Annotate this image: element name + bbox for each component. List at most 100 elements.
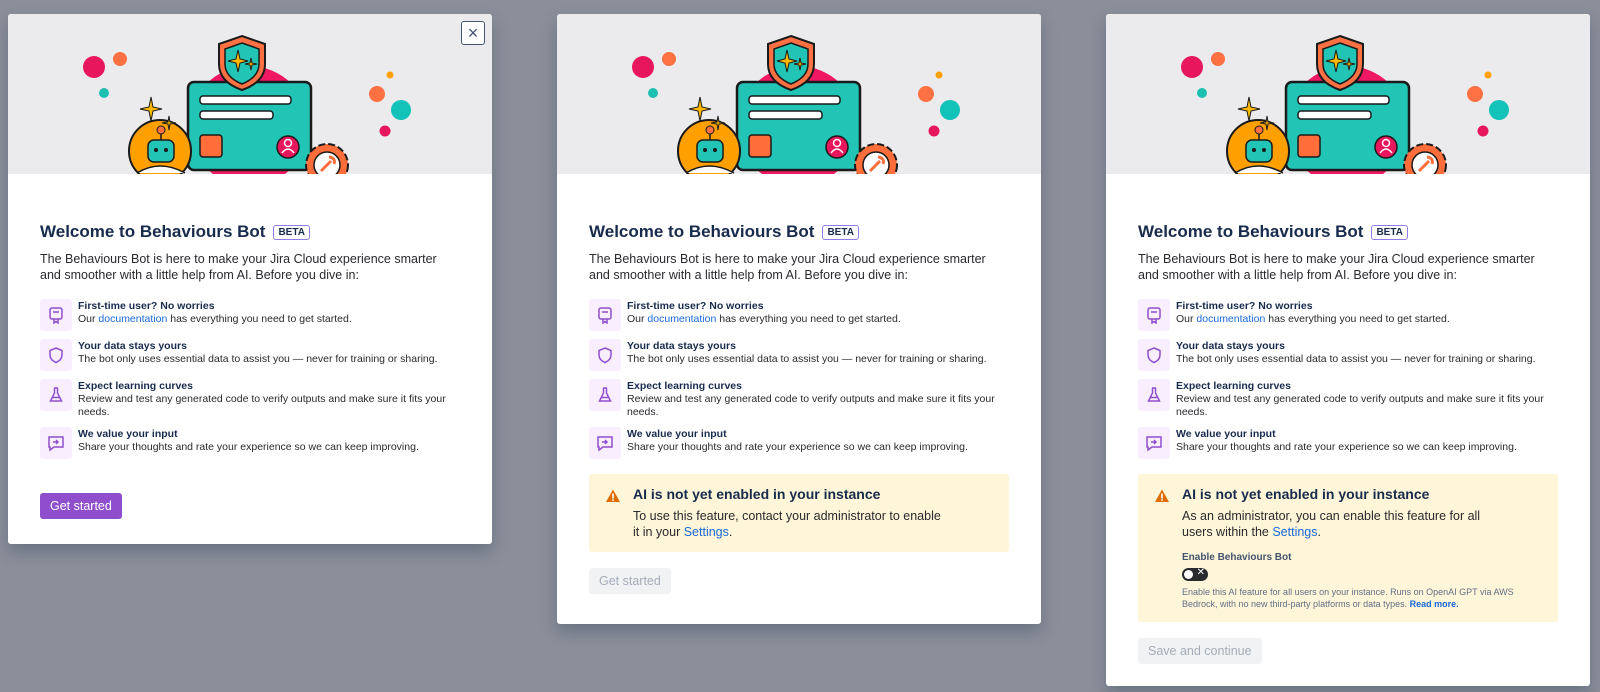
get-started-button[interactable]: Get started bbox=[40, 493, 122, 519]
warning-panel: AI is not yet enabled in your instance T… bbox=[589, 474, 1009, 552]
save-and-continue-button-disabled: Save and continue bbox=[1138, 638, 1262, 664]
feature-description: The bot only uses essential data to assi… bbox=[1176, 353, 1536, 365]
certificate-icon bbox=[40, 299, 72, 331]
feature-title: First-time user? No worries bbox=[78, 300, 215, 312]
shield-icon bbox=[1138, 339, 1170, 371]
feature-title: We value your input bbox=[78, 428, 178, 440]
feature-title: First-time user? No worries bbox=[1176, 300, 1313, 312]
welcome-modal-ai-disabled-user: Welcome to Behaviours Bot BETA The Behav… bbox=[557, 14, 1041, 624]
feature-item: Your data stays yours The bot only uses e… bbox=[40, 339, 460, 371]
warning-title: AI is not yet enabled in your instance bbox=[1182, 486, 1430, 502]
feature-text: We value your input Share your thoughts a… bbox=[627, 427, 968, 459]
toggle-knob bbox=[1184, 570, 1193, 579]
feedback-icon bbox=[40, 427, 72, 459]
warning-icon bbox=[1154, 486, 1170, 610]
feature-item: We value your input Share your thoughts a… bbox=[1138, 427, 1558, 459]
hero-illustration bbox=[632, 34, 960, 174]
hero-illustration bbox=[83, 34, 411, 174]
warning-text: As an administrator, you can enable this… bbox=[1182, 509, 1481, 539]
documentation-link[interactable]: documentation bbox=[98, 313, 167, 325]
settings-link[interactable]: Settings bbox=[1272, 525, 1317, 539]
warning-text: To use this feature, contact your admini… bbox=[633, 509, 941, 539]
feature-title: We value your input bbox=[627, 428, 727, 440]
feature-item: Expect learning curves Review and test an… bbox=[40, 379, 460, 419]
warning-icon bbox=[605, 486, 621, 540]
feature-description: Our documentation has everything you nee… bbox=[1176, 313, 1450, 325]
feature-description: Share your thoughts and rate your experi… bbox=[627, 441, 968, 453]
toggle-off-icon: ✕ bbox=[1196, 567, 1205, 578]
feature-title: Your data stays yours bbox=[1176, 340, 1285, 352]
feature-text: We value your input Share your thoughts a… bbox=[1176, 427, 1517, 459]
welcome-modal-ai-disabled-admin: Welcome to Behaviours Bot BETA The Behav… bbox=[1106, 14, 1590, 686]
toggle-label: Enable Behaviours Bot bbox=[1182, 552, 1292, 563]
feature-text: Expect learning curves Review and test an… bbox=[1176, 379, 1558, 419]
feedback-icon bbox=[589, 427, 621, 459]
hero-banner bbox=[8, 14, 492, 174]
feedback-icon bbox=[1138, 427, 1170, 459]
feature-item: We value your input Share your thoughts a… bbox=[589, 427, 1009, 459]
settings-link[interactable]: Settings bbox=[684, 525, 729, 539]
toggle-help-text: Enable this AI feature for all users on … bbox=[1182, 587, 1514, 609]
feature-title: Your data stays yours bbox=[627, 340, 736, 352]
feature-title: First-time user? No worries bbox=[627, 300, 764, 312]
feature-title: Expect learning curves bbox=[627, 380, 742, 392]
flask-icon bbox=[1138, 379, 1170, 411]
feature-item: First-time user? No worries Our documenta… bbox=[40, 299, 460, 331]
intro-text: The Behaviours Bot is here to make your … bbox=[40, 252, 437, 282]
feature-item: Expect learning curves Review and test an… bbox=[589, 379, 1009, 419]
feature-title: We value your input bbox=[1176, 428, 1276, 440]
feature-text: First-time user? No worries Our documenta… bbox=[78, 299, 352, 331]
feature-description: The bot only uses essential data to assi… bbox=[78, 353, 438, 365]
feature-description: Share your thoughts and rate your experi… bbox=[1176, 441, 1517, 453]
hero-banner bbox=[557, 14, 1041, 174]
flask-icon bbox=[40, 379, 72, 411]
feature-item: Your data stays yours The bot only uses e… bbox=[589, 339, 1009, 371]
feature-description: Our documentation has everything you nee… bbox=[627, 313, 901, 325]
feature-description: Review and test any generated code to ve… bbox=[1176, 393, 1544, 418]
feature-description: Review and test any generated code to ve… bbox=[627, 393, 995, 418]
feature-title: Expect learning curves bbox=[1176, 380, 1291, 392]
feature-title: Your data stays yours bbox=[78, 340, 187, 352]
read-more-link[interactable]: Read more. bbox=[1410, 599, 1459, 609]
feature-item: First-time user? No worries Our documenta… bbox=[1138, 299, 1558, 331]
intro-text: The Behaviours Bot is here to make your … bbox=[1138, 252, 1535, 282]
feature-description: Share your thoughts and rate your experi… bbox=[78, 441, 419, 453]
modal-title: Welcome to Behaviours Bot bbox=[589, 222, 815, 241]
certificate-icon bbox=[1138, 299, 1170, 331]
intro-text: The Behaviours Bot is here to make your … bbox=[589, 252, 986, 282]
beta-badge: BETA bbox=[273, 224, 310, 240]
feature-list: First-time user? No worries Our documenta… bbox=[1138, 299, 1558, 459]
feature-text: Your data stays yours The bot only uses e… bbox=[78, 339, 438, 371]
close-button[interactable]: × bbox=[461, 21, 485, 45]
shield-icon bbox=[589, 339, 621, 371]
get-started-button-disabled: Get started bbox=[589, 568, 671, 594]
feature-description: Review and test any generated code to ve… bbox=[78, 393, 446, 418]
modal-title: Welcome to Behaviours Bot bbox=[1138, 222, 1364, 241]
feature-item: Expect learning curves Review and test an… bbox=[1138, 379, 1558, 419]
feature-text: First-time user? No worries Our documenta… bbox=[1176, 299, 1450, 331]
documentation-link[interactable]: documentation bbox=[647, 313, 716, 325]
feature-title: Expect learning curves bbox=[78, 380, 193, 392]
feature-item: We value your input Share your thoughts a… bbox=[40, 427, 460, 459]
feature-item: First-time user? No worries Our documenta… bbox=[589, 299, 1009, 331]
feature-text: Your data stays yours The bot only uses e… bbox=[1176, 339, 1536, 371]
welcome-modal: × Welcome to Behaviours Bot BETA The Beh… bbox=[8, 14, 492, 544]
flask-icon bbox=[589, 379, 621, 411]
feature-text: Your data stays yours The bot only uses e… bbox=[627, 339, 987, 371]
certificate-icon bbox=[589, 299, 621, 331]
feature-text: Expect learning curves Review and test an… bbox=[627, 379, 1009, 419]
beta-badge: BETA bbox=[1371, 224, 1408, 240]
feature-text: Expect learning curves Review and test an… bbox=[78, 379, 460, 419]
documentation-link[interactable]: documentation bbox=[1196, 313, 1265, 325]
feature-description: The bot only uses essential data to assi… bbox=[627, 353, 987, 365]
modal-title: Welcome to Behaviours Bot bbox=[40, 222, 266, 241]
enable-bot-toggle[interactable]: ✕ bbox=[1182, 567, 1208, 581]
feature-text: First-time user? No worries Our documenta… bbox=[627, 299, 901, 331]
warning-panel: AI is not yet enabled in your instance A… bbox=[1138, 474, 1558, 622]
shield-icon bbox=[40, 339, 72, 371]
beta-badge: BETA bbox=[822, 224, 859, 240]
feature-text: We value your input Share your thoughts a… bbox=[78, 427, 419, 459]
feature-list: First-time user? No worries Our documenta… bbox=[589, 299, 1009, 459]
hero-banner bbox=[1106, 14, 1590, 174]
feature-description: Our documentation has everything you nee… bbox=[78, 313, 352, 325]
